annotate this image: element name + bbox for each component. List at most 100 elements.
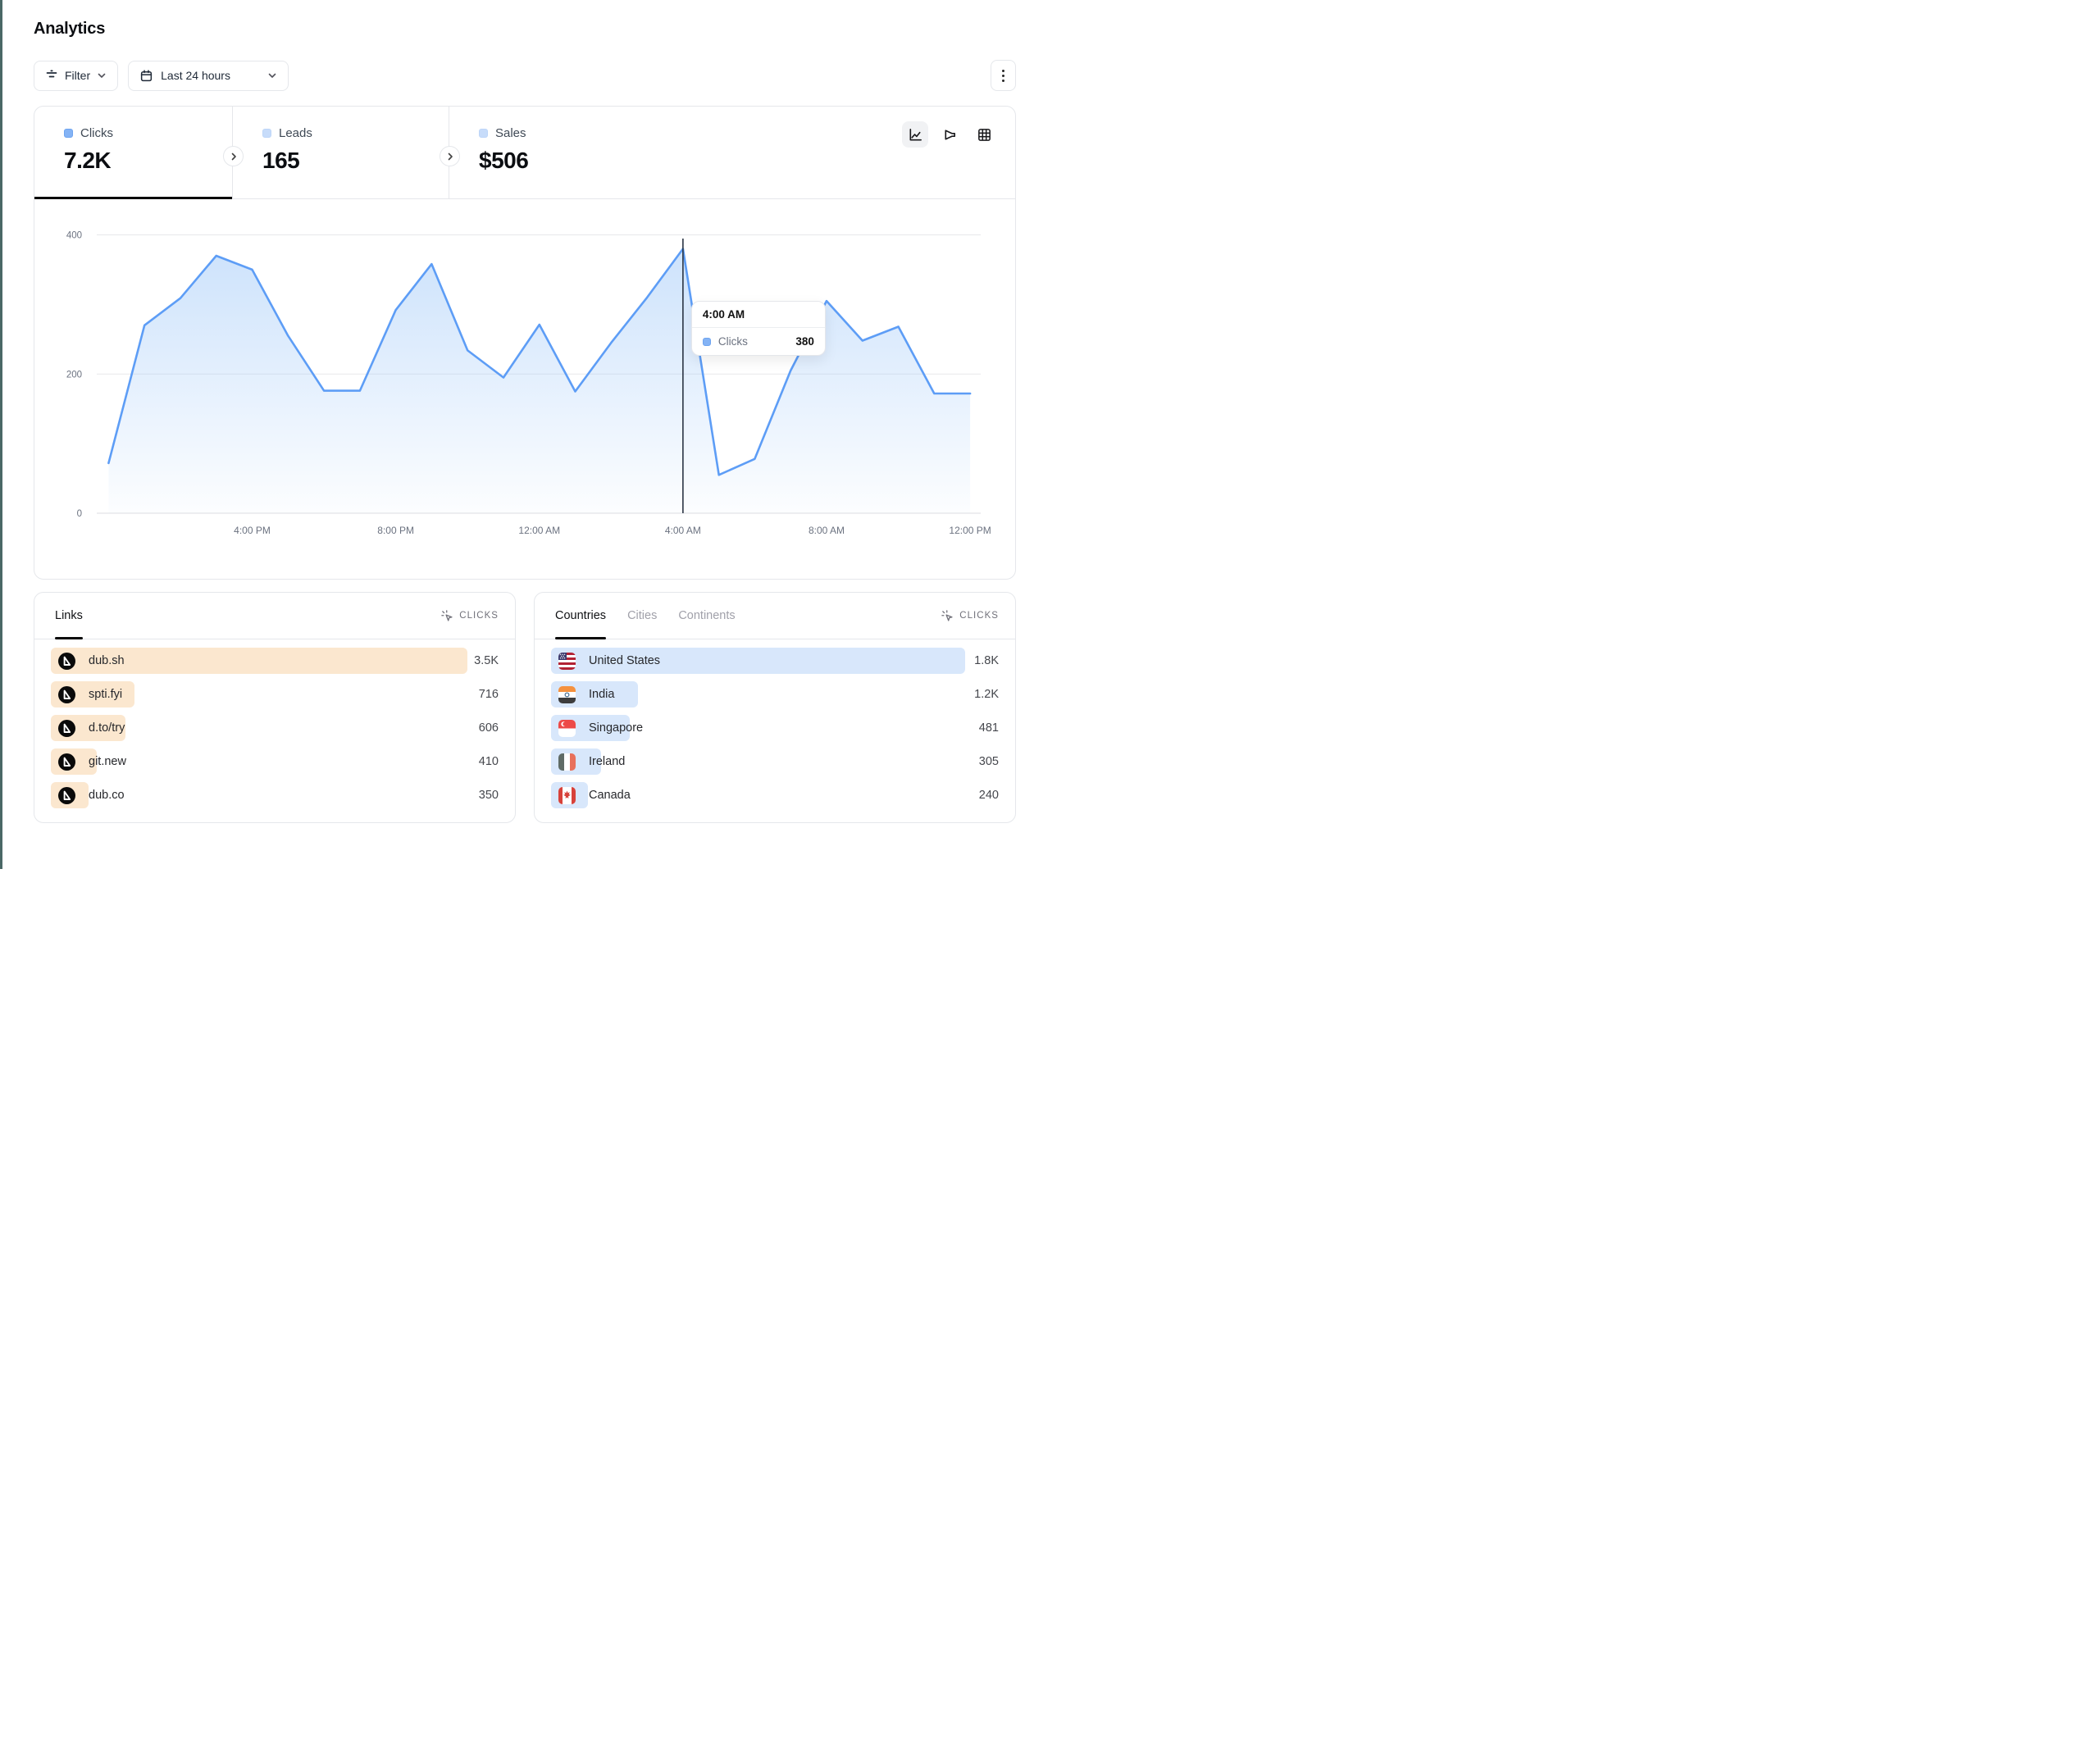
funnel-chart-icon[interactable] xyxy=(936,121,963,148)
cursor-click-icon xyxy=(941,610,954,622)
left-edge-strip xyxy=(0,0,2,869)
list-item[interactable]: dub.co 350 xyxy=(51,782,499,808)
list-item-value: 350 xyxy=(479,789,499,802)
list-item-label: git.new xyxy=(89,755,126,768)
list-item-value: 3.5K xyxy=(474,654,499,667)
list-item-label: d.to/try xyxy=(89,721,125,735)
list-item[interactable]: dub.sh 3.5K xyxy=(51,648,499,674)
dub-logo-icon xyxy=(58,787,75,804)
list-item-label: Ireland xyxy=(589,755,625,768)
expand-leads-button[interactable] xyxy=(440,146,460,166)
toolbar: Filter Last 24 hours xyxy=(34,60,1016,91)
svg-text:4:00 AM: 4:00 AM xyxy=(665,525,701,536)
table-icon[interactable] xyxy=(971,121,997,148)
sales-value: $506 xyxy=(479,148,671,174)
dub-logo-icon xyxy=(58,653,75,670)
clicks-area-chart[interactable]: 400 200 0 4:00 PM 8:00 PM 12:00 AM 4:00 AM 8:0… xyxy=(34,199,1015,580)
svg-text:12:00 PM: 12:00 PM xyxy=(949,525,991,536)
list-item-label: dub.sh xyxy=(89,654,125,667)
dub-logo-icon xyxy=(58,686,75,703)
chart-tooltip: 4:00 AM Clicks 380 xyxy=(691,301,826,356)
list-item[interactable]: d.to/try 606 xyxy=(51,715,499,741)
chevron-down-icon xyxy=(267,71,277,80)
stat-tabs: Clicks 7.2K Leads 165 Sales $506 xyxy=(34,107,1015,199)
area-fill xyxy=(108,249,970,514)
flag-ie-icon xyxy=(558,753,576,771)
filter-icon xyxy=(45,69,58,82)
flag-us-icon xyxy=(558,653,576,670)
stat-tab-clicks[interactable]: Clicks 7.2K xyxy=(34,107,233,198)
links-card: Links CLICKS dub.sh 3.5K spti.fyi716 d.to/t… xyxy=(34,592,516,823)
links-card-header: Links CLICKS xyxy=(34,593,515,639)
date-range-label: Last 24 hours xyxy=(161,69,230,82)
tab-countries[interactable]: Countries xyxy=(555,593,606,639)
list-item[interactable]: Singapore481 xyxy=(551,715,999,741)
tooltip-value: 380 xyxy=(795,335,814,348)
x-axis-labels: 4:00 PM 8:00 PM 12:00 AM 4:00 AM 8:00 AM 12:0… xyxy=(234,525,991,536)
countries-card: Countries Cities Continents CLICKS Unite… xyxy=(534,592,1016,823)
tooltip-series-label: Clicks xyxy=(718,335,748,348)
countries-metric-selector[interactable]: CLICKS xyxy=(941,610,999,622)
cursor-click-icon xyxy=(441,610,453,622)
list-item-label: dub.co xyxy=(89,789,125,802)
line-chart-icon[interactable] xyxy=(902,121,928,148)
chart-canvas: 400 200 0 4:00 PM 8:00 PM 12:00 AM 4:00 AM 8:0… xyxy=(34,199,1015,580)
list-item[interactable]: Canada240 xyxy=(551,782,999,808)
list-item[interactable]: United States 1.8K xyxy=(551,648,999,674)
list-item-value: 606 xyxy=(479,721,499,735)
list-item-value: 716 xyxy=(479,688,499,701)
list-item-value: 1.8K xyxy=(974,654,999,667)
countries-list: United States 1.8K India 1.2K Singapore481 Ir… xyxy=(535,639,1015,808)
list-item[interactable]: spti.fyi716 xyxy=(51,681,499,707)
list-item-value: 1.2K xyxy=(974,688,999,701)
list-item-value: 410 xyxy=(479,755,499,768)
countries-metric-label: CLICKS xyxy=(959,611,999,621)
clicks-legend-square xyxy=(64,129,73,138)
list-item-label: United States xyxy=(589,654,660,667)
svg-text:400: 400 xyxy=(66,231,82,241)
stat-tab-sales[interactable]: Sales $506 xyxy=(449,107,671,198)
list-item[interactable]: git.new 410 xyxy=(51,748,499,775)
list-item-value: 305 xyxy=(979,755,999,768)
list-item-value: 481 xyxy=(979,721,999,735)
svg-text:0: 0 xyxy=(77,509,82,519)
svg-text:200: 200 xyxy=(66,370,82,380)
tab-cities[interactable]: Cities xyxy=(627,593,657,639)
svg-text:8:00 PM: 8:00 PM xyxy=(377,525,414,536)
calendar-icon xyxy=(139,69,153,83)
more-options-button[interactable] xyxy=(991,60,1016,91)
tooltip-legend-square xyxy=(703,338,711,346)
links-metric-label: CLICKS xyxy=(459,611,499,621)
chevron-down-icon xyxy=(97,71,107,80)
tab-links[interactable]: Links xyxy=(55,593,83,639)
stat-tab-label: Leads xyxy=(279,126,312,140)
tab-continents[interactable]: Continents xyxy=(678,593,735,639)
flag-sg-icon xyxy=(558,720,576,737)
svg-text:4:00 PM: 4:00 PM xyxy=(234,525,271,536)
svg-text:8:00 AM: 8:00 AM xyxy=(809,525,845,536)
tooltip-time: 4:00 AM xyxy=(692,302,825,328)
analytics-card: Clicks 7.2K Leads 165 Sales $506 xyxy=(34,106,1016,580)
expand-clicks-button[interactable] xyxy=(223,146,244,166)
list-item[interactable]: India 1.2K xyxy=(551,681,999,707)
page-title: Analytics xyxy=(34,20,1016,39)
svg-text:12:00 AM: 12:00 AM xyxy=(518,525,560,536)
dub-logo-icon xyxy=(58,753,75,771)
list-item-label: India xyxy=(589,688,614,701)
list-item[interactable]: Ireland 305 xyxy=(551,748,999,775)
flag-ca-icon xyxy=(558,787,576,804)
stat-tab-label: Clicks xyxy=(80,126,113,140)
date-range-button[interactable]: Last 24 hours xyxy=(128,61,289,91)
chart-view-toggle xyxy=(902,121,997,148)
sales-legend-square xyxy=(479,129,488,138)
links-metric-selector[interactable]: CLICKS xyxy=(441,610,499,622)
analytics-page: Analytics Filter xyxy=(0,0,1050,869)
filter-button[interactable]: Filter xyxy=(34,61,118,91)
links-list: dub.sh 3.5K spti.fyi716 d.to/try 606 git.new 4… xyxy=(34,639,515,808)
flag-in-icon xyxy=(558,686,576,703)
leads-value: 165 xyxy=(262,148,449,174)
filter-button-label: Filter xyxy=(65,69,90,82)
stat-tab-label: Sales xyxy=(495,126,526,140)
clicks-value: 7.2K xyxy=(64,148,232,174)
stat-tab-leads[interactable]: Leads 165 xyxy=(233,107,449,198)
